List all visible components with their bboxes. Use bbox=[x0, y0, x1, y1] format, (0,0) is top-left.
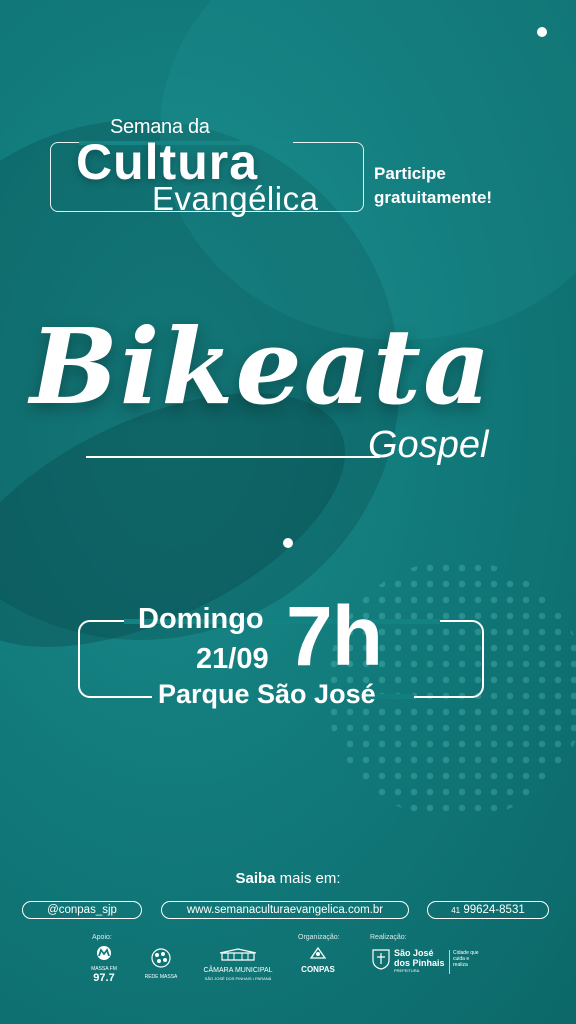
radio-frequency: 97.7 bbox=[93, 972, 115, 984]
massa-fm-logo: MASSA FM 97.7 bbox=[86, 946, 122, 984]
conpas-icon bbox=[309, 946, 327, 959]
phone-area-code: 41 bbox=[451, 906, 461, 915]
sjp-name-line2: dos Pinhais bbox=[394, 958, 445, 968]
sjp-crest-icon bbox=[370, 948, 392, 975]
website-link[interactable]: www.semanaculturaevangelica.com.br bbox=[161, 901, 409, 919]
decor-dot bbox=[537, 27, 547, 37]
rede-massa-icon bbox=[151, 948, 171, 968]
event-date: 21/09 bbox=[196, 643, 269, 675]
event-time: 7h bbox=[286, 589, 383, 683]
realization-label: Realização: bbox=[370, 934, 407, 941]
footer-divider bbox=[449, 950, 450, 974]
sjp-slogan: Cidade que cuida e realiza bbox=[453, 950, 479, 968]
camara-logo: CÂMARA MUNICIPAL SÃO JOSÉ DOS PINHAIS • … bbox=[200, 948, 276, 983]
sjp-prefeitura-logo: São José dos Pinhais PREFEITURA bbox=[394, 948, 446, 974]
activity-title: Bikeata bbox=[30, 305, 493, 428]
sjp-prefeitura: PREFEITURA bbox=[394, 968, 420, 973]
activity-subtitle: Gospel bbox=[368, 424, 489, 466]
participation-cta: Participe gratuitamente! bbox=[374, 162, 492, 210]
decor-dot bbox=[283, 538, 293, 548]
event-venue: Parque São José bbox=[158, 679, 376, 709]
support-label: Apoio: bbox=[92, 934, 112, 941]
more-info-rest: mais em: bbox=[275, 870, 341, 887]
rede-massa-name: REDE MASSA bbox=[144, 974, 178, 980]
event-day: Domingo bbox=[138, 603, 264, 635]
cta-line: gratuitamente! bbox=[374, 188, 493, 207]
event-subtitle: Evangélica bbox=[152, 180, 319, 217]
instagram-link[interactable]: @conpas_sjp bbox=[22, 901, 142, 919]
more-info-heading: Saiba mais em: bbox=[0, 870, 576, 887]
conpas-logo: CONPAS bbox=[296, 946, 340, 974]
cta-line: Participe bbox=[374, 164, 446, 183]
phone-number: 99624-8531 bbox=[463, 904, 525, 916]
flyer: Semana da Cultura Evangélica Participe g… bbox=[0, 0, 576, 1024]
organization-label: Organização: bbox=[298, 934, 340, 941]
camara-building-icon bbox=[219, 948, 257, 961]
phone-link[interactable]: 41 99624-8531 bbox=[427, 901, 549, 919]
title-underline bbox=[86, 456, 380, 458]
sjp-name-line1: São José bbox=[394, 948, 434, 958]
camara-subtitle: SÃO JOSÉ DOS PINHAIS • PARANÁ bbox=[204, 976, 272, 981]
more-info-bold: Saiba bbox=[235, 870, 276, 887]
rede-massa-logo: REDE MASSA bbox=[142, 948, 180, 981]
camara-name: CÂMARA MUNICIPAL bbox=[203, 967, 273, 974]
conpas-name: CONPAS bbox=[301, 965, 335, 974]
massa-m-icon bbox=[97, 946, 111, 960]
